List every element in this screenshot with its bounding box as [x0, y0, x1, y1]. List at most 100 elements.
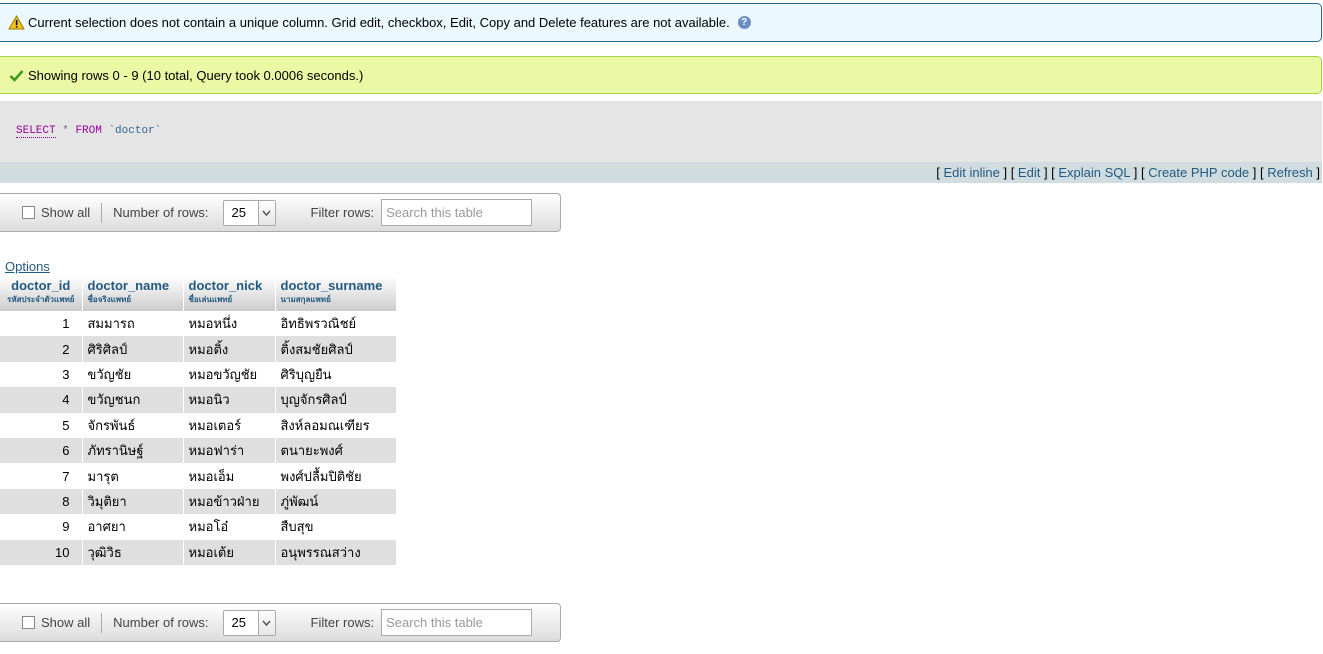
column-comment: นามสกุลแพทย์ [280, 295, 331, 304]
cell-doctor-surname: สืบสุข [275, 514, 397, 540]
cell-doctor-nick: หมอฟาร่า [183, 437, 276, 464]
sql-tools-bar: [ Edit inline ] [ Edit ] [ Explain SQL ]… [0, 162, 1322, 183]
cell-doctor-name: จักรพันธ์ [82, 412, 184, 438]
cell-doctor-nick: หมอเต้ย [183, 539, 276, 565]
help-icon[interactable]: ? [737, 16, 751, 29]
column-header-doctor-surname[interactable]: doctor_surname นามสกุลแพทย์ [275, 276, 397, 311]
table-row: 2 ศิริศิลป์ หมอติ้ง ติ้งสมชัยศิลป์ [0, 336, 397, 362]
number-of-rows-select[interactable]: 25 [222, 199, 276, 226]
table-row: 3 ขวัญชัย หมอขวัญชัย ศิริบุญยืน [0, 361, 397, 388]
cell-doctor-id: 2 [0, 336, 83, 362]
sql-query-box: SELECT * FROM `doctor` [0, 101, 1322, 162]
table-row: 6 ภัทรานิษฐ์ หมอฟาร่า ตนายะพงศ์ [0, 437, 397, 464]
cell-doctor-name: อาศยา [82, 514, 184, 540]
chevron-down-icon[interactable] [257, 200, 275, 225]
table-row: 5 จักรพันธ์ หมอเตอร์ สิงห์ลอมณเฑียร [0, 412, 397, 438]
table-row: 10 วุฒิวิธ หมอเต้ย อนุพรรณสว่าง [0, 539, 397, 565]
cell-doctor-id: 8 [0, 488, 83, 515]
navbar-divider [101, 202, 103, 223]
number-of-rows-label: Number of rows: [113, 615, 209, 630]
cell-doctor-surname: ศิริบุญยืน [275, 361, 397, 388]
cell-doctor-name: ขวัญชัย [82, 361, 184, 388]
table-header-row: doctor_id รหัสประจำตัวแพทย์ doctor_name … [0, 276, 397, 311]
cell-doctor-id: 6 [0, 437, 83, 464]
table-row: 9 อาศยา หมอโอ๋ สืบสุข [0, 514, 397, 540]
filter-rows-input[interactable]: Search this table [381, 199, 533, 226]
chevron-down-icon[interactable] [257, 610, 275, 635]
table-row: 4 ขวัญชนก หมอนิว บุญจักรศิลป์ [0, 387, 397, 413]
edit-link[interactable]: Edit [1018, 165, 1040, 180]
notice-text: Current selection does not contain a uni… [28, 15, 730, 30]
column-comment: ชื่อจริงแพทย์ [87, 295, 132, 304]
cell-doctor-nick: หมอขวัญชัย [183, 361, 276, 388]
column-name[interactable]: doctor_surname [281, 278, 396, 293]
filter-rows-label: Filter rows: [310, 205, 375, 220]
cell-doctor-nick: หมอโอ๋ [183, 514, 276, 540]
cell-doctor-nick: หมอหนึ่ง [183, 311, 276, 337]
show-all-label[interactable]: Show all [41, 205, 90, 220]
table-navigation-top: Show all Number of rows: 25 Filter rows:… [0, 193, 561, 232]
query-success-message: Showing rows 0 - 9 (10 total, Query took… [0, 56, 1322, 94]
cell-doctor-id: 10 [0, 539, 83, 565]
show-all-checkbox[interactable] [22, 616, 35, 629]
cell-doctor-name: สมมารถ [82, 311, 184, 337]
column-name[interactable]: doctor_name [88, 278, 183, 293]
cell-doctor-nick: หมอเอ็ม [183, 463, 276, 489]
cell-doctor-nick: หมอเตอร์ [183, 412, 276, 438]
results-table: doctor_id รหัสประจำตัวแพทย์ doctor_name … [0, 276, 397, 565]
warning-icon [8, 14, 25, 30]
cell-doctor-name: วุฒิวิธ [82, 539, 184, 565]
cell-doctor-id: 7 [0, 463, 83, 489]
cell-doctor-surname: พงศ์ปลื้มปิติชัย [275, 463, 397, 489]
column-header-doctor-name[interactable]: doctor_name ชื่อจริงแพทย์ [82, 276, 184, 311]
cell-doctor-surname: อิทธิพรวณิชย์ [275, 311, 397, 337]
unique-column-notice: Current selection does not contain a uni… [0, 3, 1322, 42]
table-row: 1 สมมารถ หมอหนึ่ง อิทธิพรวณิชย์ [0, 311, 397, 337]
cell-doctor-id: 5 [0, 412, 83, 438]
refresh-link[interactable]: Refresh [1267, 165, 1313, 180]
cell-doctor-name: วิมุติยา [82, 488, 184, 515]
sql-table-name: `doctor` [108, 125, 162, 137]
filter-rows-label: Filter rows: [310, 615, 375, 630]
cell-doctor-name: ศิริศิลป์ [82, 336, 184, 362]
edit-inline-link[interactable]: Edit inline [943, 165, 999, 180]
create-php-code-link[interactable]: Create PHP code [1148, 165, 1249, 180]
number-of-rows-value: 25 [231, 205, 246, 220]
column-comment: รหัสประจำตัวแพทย์ [7, 295, 75, 304]
show-all-label[interactable]: Show all [41, 615, 90, 630]
cell-doctor-surname: อนุพรรณสว่าง [275, 539, 397, 565]
cell-doctor-surname: สิงห์ลอมณเฑียร [275, 412, 397, 438]
number-of-rows-label: Number of rows: [113, 205, 209, 220]
cell-doctor-nick: หมอข้าวฝ่าย [183, 488, 276, 515]
column-comment: ชื่อเล่นแพทย์ [188, 295, 233, 304]
cell-doctor-name: มารุต [82, 463, 184, 489]
navbar-divider [101, 612, 103, 633]
column-name[interactable]: doctor_id [0, 278, 82, 293]
success-text: Showing rows 0 - 9 (10 total, Query took… [28, 67, 364, 83]
filter-rows-input[interactable]: Search this table [381, 609, 533, 636]
column-name[interactable]: doctor_nick [189, 278, 275, 293]
cell-doctor-name: ขวัญชนก [82, 387, 184, 413]
table-row: 7 มารุต หมอเอ็ม พงศ์ปลื้มปิติชัย [0, 463, 397, 489]
cell-doctor-name: ภัทรานิษฐ์ [82, 437, 184, 464]
cell-doctor-surname: ภู่พัฒน์ [275, 488, 397, 515]
column-header-doctor-nick[interactable]: doctor_nick ชื่อเล่นแพทย์ [183, 276, 276, 311]
column-header-doctor-id[interactable]: doctor_id รหัสประจำตัวแพทย์ [0, 276, 83, 311]
sql-keyword-select[interactable]: SELECT [16, 125, 56, 138]
show-all-checkbox[interactable] [22, 206, 35, 219]
cell-doctor-id: 3 [0, 361, 83, 388]
sql-star: * [62, 125, 69, 137]
options-link[interactable]: Options [5, 259, 50, 274]
cell-doctor-id: 4 [0, 387, 83, 413]
number-of-rows-select[interactable]: 25 [222, 609, 276, 636]
explain-sql-link[interactable]: Explain SQL [1058, 165, 1130, 180]
cell-doctor-id: 1 [0, 311, 83, 337]
check-icon [9, 69, 24, 82]
cell-doctor-id: 9 [0, 514, 83, 540]
cell-doctor-nick: หมอนิว [183, 387, 276, 413]
table-row: 8 วิมุติยา หมอข้าวฝ่าย ภู่พัฒน์ [0, 488, 397, 515]
sql-query-text: SELECT * FROM `doctor` [16, 125, 162, 138]
cell-doctor-surname: บุญจักรศิลป์ [275, 387, 397, 413]
table-navigation-bottom: Show all Number of rows: 25 Filter rows:… [0, 603, 561, 642]
sql-keyword-from: FROM [75, 125, 102, 137]
